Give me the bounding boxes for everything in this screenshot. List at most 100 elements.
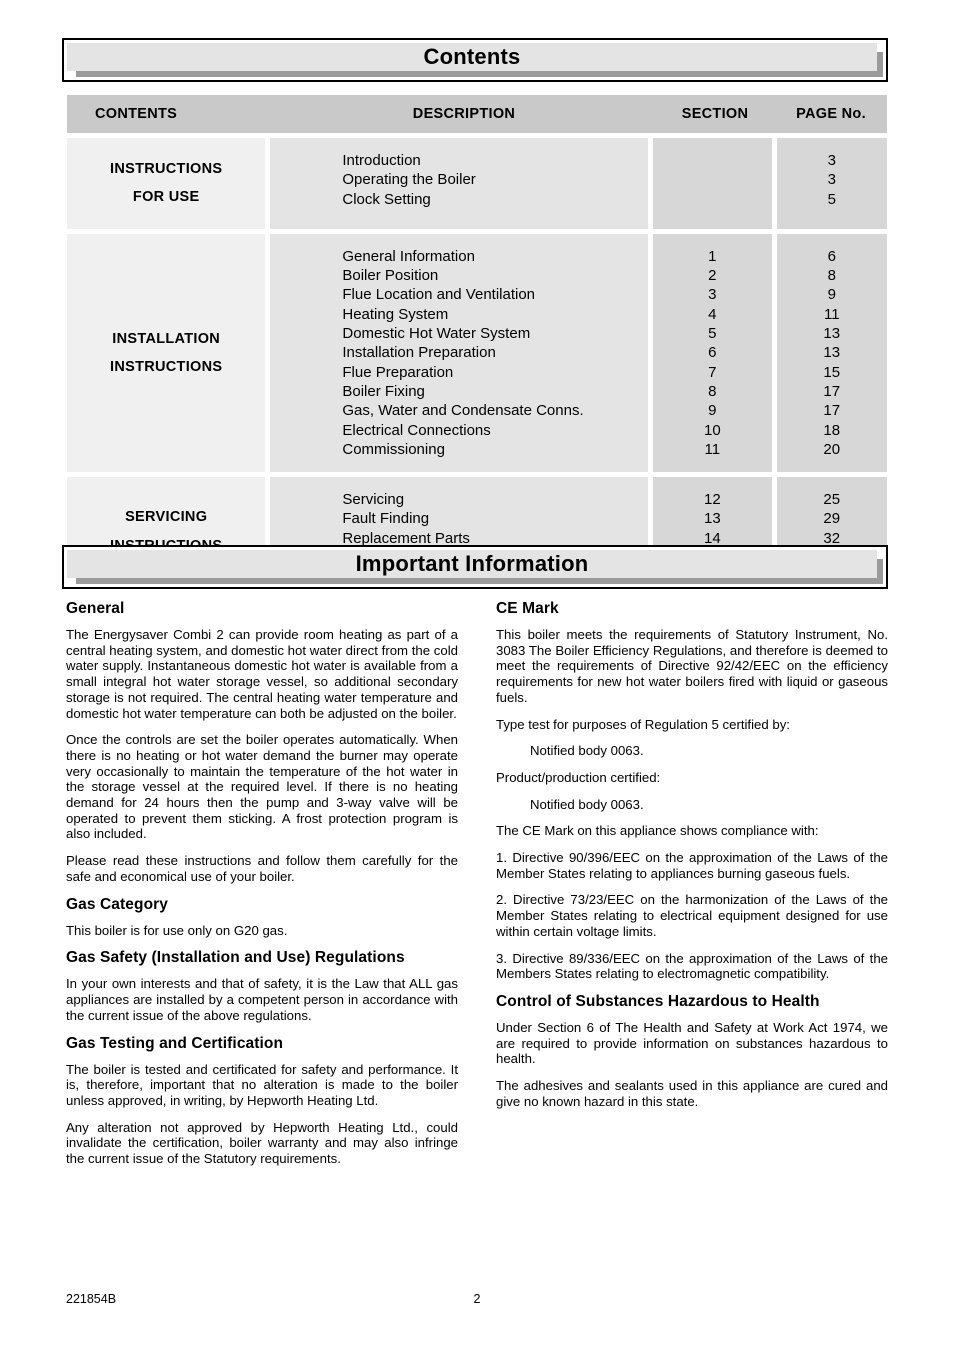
general-paragraph-2: Once the controls are set the boiler ope… xyxy=(66,732,458,842)
toc-row-section: 10 xyxy=(704,421,721,439)
gas-testing-paragraph-2: Any alteration not approved by Hepworth … xyxy=(66,1119,458,1167)
contents-banner: Contents xyxy=(62,38,888,82)
toc-header-contents: CONTENTS xyxy=(95,106,178,122)
toc-row-description: Domestic Hot Water System xyxy=(342,325,531,343)
toc-description-cell: Introduction Operating the Boiler Clock Se… xyxy=(270,138,649,229)
ce-mark-paragraph-2: Type test for purposes of Regulation 5 c… xyxy=(496,716,790,732)
table-of-contents: CONTENTS DESCRIPTION SECTION PAGE No. IN… xyxy=(67,95,887,587)
toc-page-cell: 6 8 9 11 13 13 15 17 17 18 20 xyxy=(776,233,887,473)
important-banner-title: Important Information xyxy=(355,551,589,576)
toc-section-cell xyxy=(653,138,772,229)
toc-body: INSTRUCTIONS FOR USE Introduction Operating… xyxy=(67,138,887,587)
document-page: Contents CONTENTS DESCRIPTION SECTION PA… xyxy=(0,0,954,1351)
toc-row-section: 2 xyxy=(708,267,717,285)
toc-row-page: 6 xyxy=(827,247,836,265)
toc-group: INSTRUCTIONS FOR USE Introduction Operating… xyxy=(67,138,887,229)
general-paragraph-3: Please read these instructions and follo… xyxy=(66,853,458,884)
toc-group: INSTALLATION INSTRUCTIONS General Informat… xyxy=(67,233,887,473)
toc-description-cell: General Information Boiler Position Flue L… xyxy=(270,233,649,473)
toc-category-cell: INSTALLATION INSTRUCTIONS xyxy=(67,233,266,473)
ce-mark-directive-3: 3. Directive 89/336/EEC on the approxima… xyxy=(496,950,888,982)
right-text-column: CE Mark This boiler meets the requiremen… xyxy=(496,600,888,1110)
toc-row-page: 11 xyxy=(823,305,840,323)
toc-category-label: INSTRUCTIONS xyxy=(110,359,223,376)
toc-row-section: 6 xyxy=(708,344,717,362)
heading-gas-category: Gas Category xyxy=(66,895,168,913)
toc-row-description: Operating the Boiler xyxy=(342,171,476,189)
ce-mark-directive-2: 2. Directive 73/23/EEC on the harmonizat… xyxy=(496,892,888,939)
toc-row-section: 9 xyxy=(708,402,717,420)
toc-section-cell: 1 2 3 4 5 6 7 8 9 10 11 xyxy=(653,233,772,473)
toc-row-page: 18 xyxy=(823,421,841,439)
toc-row-description: Clock Setting xyxy=(342,190,431,208)
toc-row-description: Boiler Position xyxy=(342,267,439,285)
toc-page-cell: 335 xyxy=(776,138,887,229)
heading-ce-mark: CE Mark xyxy=(496,600,559,617)
coshh-paragraph-2: The adhesives and sealants used in this … xyxy=(496,1078,888,1109)
toc-header-description: DESCRIPTION xyxy=(412,106,516,122)
toc-header-page: PAGE No. xyxy=(796,106,866,122)
toc-category-label: SERVICING xyxy=(125,509,208,526)
ce-mark-paragraph-1: This boiler meets the requirements of St… xyxy=(496,627,888,705)
toc-row-description: Boiler Fixing xyxy=(342,382,425,400)
toc-category-label: FOR USE xyxy=(132,189,200,206)
toc-row-description: Commissioning xyxy=(342,440,445,458)
toc-row-description: Servicing xyxy=(342,491,405,509)
toc-row-page: 29 xyxy=(823,510,841,528)
toc-row-section: 3 xyxy=(708,286,717,304)
toc-row-page: 17 xyxy=(823,382,841,400)
toc-row-page: 3 xyxy=(827,171,836,189)
toc-row-section: 5 xyxy=(708,325,717,343)
toc-header-section: SECTION xyxy=(681,106,749,122)
coshh-paragraph-1: Under Section 6 of The Health and Safety… xyxy=(496,1020,888,1067)
toc-row-page: 25 xyxy=(823,491,841,509)
banner-shadow-right xyxy=(877,52,883,77)
toc-row-page: 8 xyxy=(827,267,836,285)
gas-category-paragraph-1: This boiler is for use only on G20 gas. xyxy=(66,922,288,938)
toc-row-description: Fault Finding xyxy=(342,510,430,528)
toc-row-description: Flue Location and Ventilation xyxy=(342,286,536,304)
toc-row-description: Introduction xyxy=(342,152,421,169)
toc-row-page: 5 xyxy=(827,190,836,208)
toc-row-description: Flue Preparation xyxy=(342,363,454,381)
banner-shadow-bottom xyxy=(76,71,883,77)
toc-row-description: Heating System xyxy=(342,305,449,323)
toc-row-page: 13 xyxy=(823,344,841,362)
toc-row-section: 1 xyxy=(708,247,717,265)
toc-row-description: Gas, Water and Condensate Conns. xyxy=(342,402,584,420)
toc-row-page: 17 xyxy=(823,402,841,420)
banner-shadow-bottom xyxy=(76,578,883,584)
contents-banner-title: Contents xyxy=(423,44,521,69)
heading-gas-testing: Gas Testing and Certification xyxy=(66,1034,284,1052)
toc-row-section xyxy=(653,151,771,170)
gas-safety-paragraph-1: In your own interests and that of safety… xyxy=(66,976,458,1023)
footer-page-number: 2 xyxy=(473,1292,481,1306)
toc-category-cell: INSTRUCTIONS FOR USE xyxy=(67,138,266,229)
toc-row-page: 9 xyxy=(827,286,836,304)
important-information-banner: Important Information xyxy=(62,545,888,589)
toc-row-section: 12 xyxy=(704,491,721,509)
toc-row-section: 4 xyxy=(708,305,717,323)
toc-row-description: Installation Preparation xyxy=(342,344,496,362)
page-footer: 221854B 2 xyxy=(0,1292,954,1312)
ce-mark-paragraph-6: The CE Mark on this appliance shows comp… xyxy=(496,823,819,839)
heading-gas-safety: Gas Safety (Installation and Use) Regula… xyxy=(66,949,405,967)
toc-row-page: 3 xyxy=(827,152,836,169)
gas-testing-paragraph-1: The boiler is tested and certificated fo… xyxy=(66,1061,458,1108)
toc-row-section: 7 xyxy=(708,363,717,381)
toc-row-section xyxy=(653,190,771,209)
ce-mark-directive-1: 1. Directive 90/396/EEC on the approxima… xyxy=(496,850,888,881)
toc-row-section xyxy=(653,170,771,189)
toc-row-section: 8 xyxy=(708,382,717,400)
ce-mark-paragraph-4: Product/production certified: xyxy=(496,769,661,785)
toc-row-page: 20 xyxy=(823,440,841,458)
toc-row-page: 15 xyxy=(823,363,841,381)
heading-general: General xyxy=(66,600,125,617)
important-banner-inner: Important Information xyxy=(67,550,877,578)
heading-coshh: Control of Substances Hazardous to Healt… xyxy=(496,993,820,1010)
toc-header-row: CONTENTS DESCRIPTION SECTION PAGE No. xyxy=(67,95,887,133)
toc-row-section: 11 xyxy=(704,440,721,458)
toc-row-description: Electrical Connections xyxy=(342,421,491,439)
toc-row-description: General Information xyxy=(342,247,475,265)
toc-row-page: 13 xyxy=(823,325,841,343)
